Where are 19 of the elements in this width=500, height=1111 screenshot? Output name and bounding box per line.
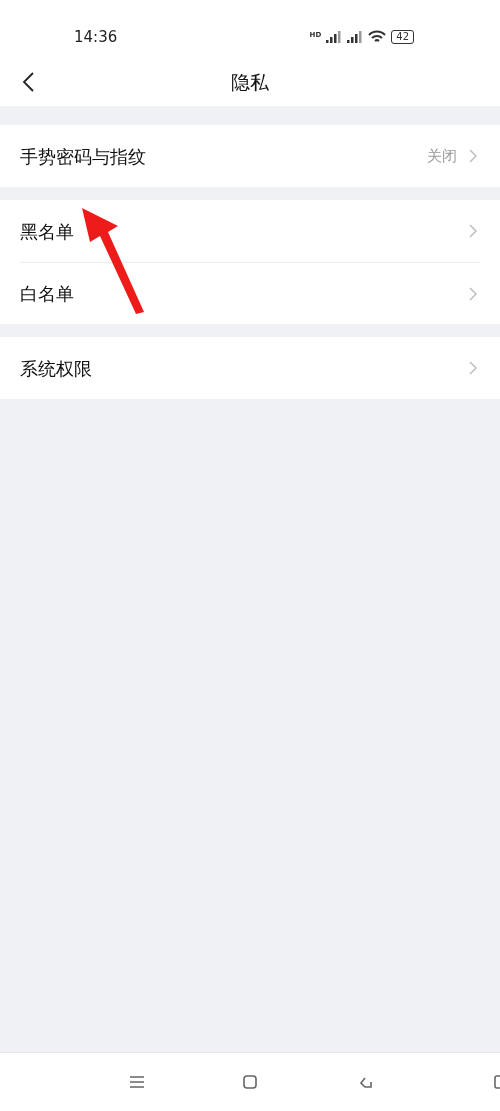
home-icon[interactable] (243, 1075, 257, 1089)
chevron-icon (469, 149, 477, 163)
battery-indicator: 42 (391, 30, 414, 44)
page-title: 隐私 (231, 69, 269, 95)
chevron-icon (469, 361, 477, 375)
wifi-icon (368, 30, 387, 44)
row-label: 黑名单 (20, 219, 74, 244)
row-label: 白名单 (20, 282, 74, 306)
signal-icon (326, 31, 343, 43)
row-label: 系统权限 (20, 356, 92, 381)
chevron-icon (469, 224, 477, 238)
status-time: 14:36 (74, 26, 118, 48)
arrow-icon (82, 208, 146, 314)
chevron-icon (469, 286, 477, 301)
menu-icon[interactable] (130, 1076, 144, 1088)
row-value: 关闭 (427, 145, 457, 167)
row-label: 手势密码与指纹 (20, 144, 146, 169)
settings-row[interactable]: 黑名单 (20, 200, 480, 262)
signal-icon (347, 31, 364, 43)
